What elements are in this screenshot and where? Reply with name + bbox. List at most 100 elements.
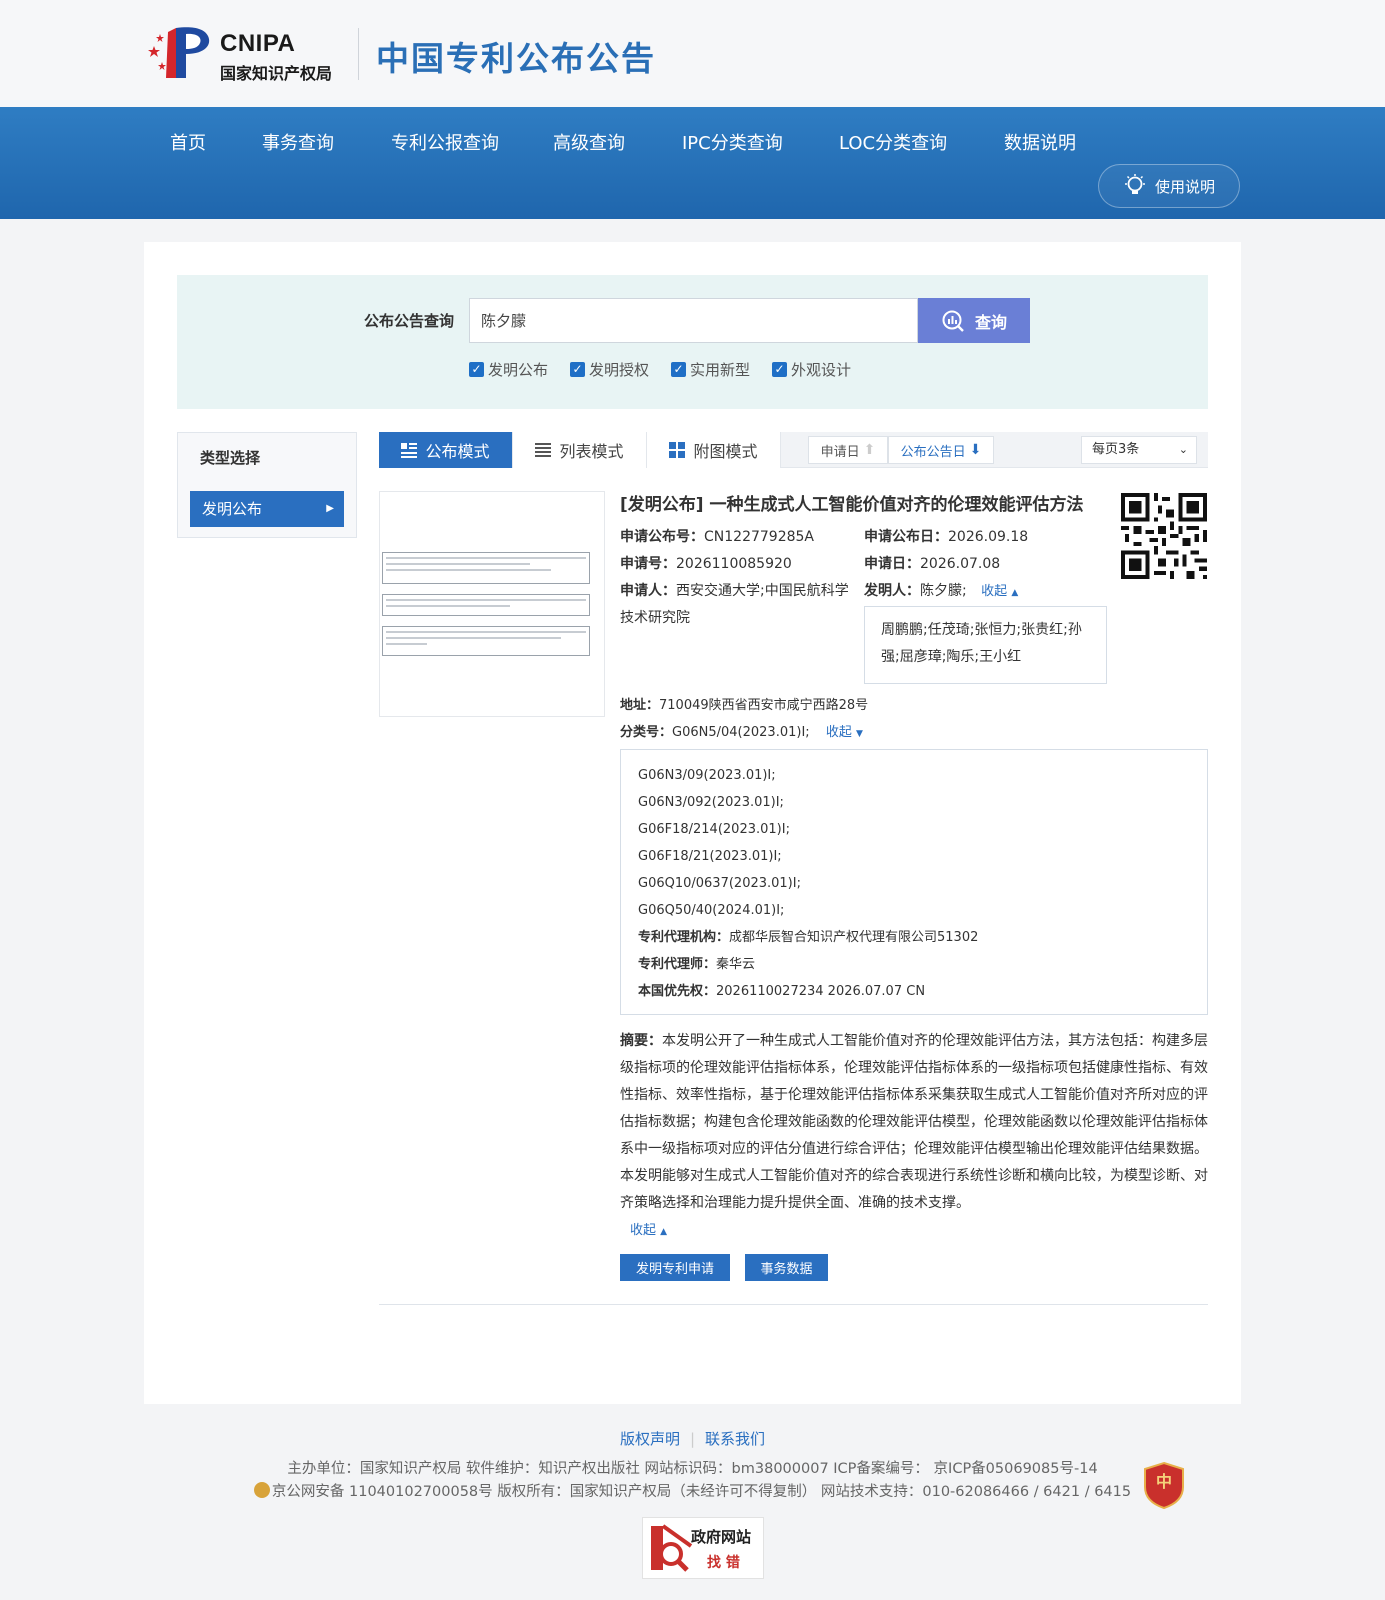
collapse-label: 收起 (825, 725, 852, 740)
field-value: CN122779285A (704, 529, 814, 545)
nav-ipc-query[interactable]: IPC分类查询 (682, 129, 783, 155)
field-value: 秦华云 (716, 957, 756, 972)
party-org-badge-icon[interactable]: 中 (1143, 1461, 1185, 1509)
field-label: 专利代理师： (638, 957, 717, 972)
field-applicant-continued: 技术研究院 (620, 610, 690, 626)
nav-loc-query[interactable]: LOC分类查询 (839, 129, 947, 155)
arrow-down-icon: ⬇ (969, 442, 982, 458)
checkbox-checked-icon[interactable]: ✓ (570, 362, 586, 377)
checkbox-checked-icon[interactable]: ✓ (469, 362, 484, 377)
per-page-select[interactable]: 每页3条 ⌄ (1081, 436, 1197, 464)
gov-website-error-report-badge[interactable]: 政府网站 找 错 (642, 1517, 764, 1579)
checkbox-checked-icon[interactable]: ✓ (772, 362, 788, 377)
top-header: CNIPA 国家知识产权局 中国专利公布公告 (0, 0, 1385, 107)
contact-link[interactable]: 联系我们 (705, 1430, 765, 1448)
type-label: 实用新型 (690, 361, 751, 379)
sort-label: 公布公告日 (900, 444, 966, 460)
per-page-value: 每页3条 (1092, 442, 1140, 457)
type-check-invention-publication[interactable]: ✓ 发明公布 (469, 359, 548, 380)
footer-links: 版权声明 | 联系我们 (0, 1428, 1385, 1449)
flowchart-step (382, 594, 590, 616)
sort-by-publication-date[interactable]: 公布公告日 ⬇ (888, 436, 994, 464)
classification-collapse-link[interactable]: 收起 ▼ (826, 725, 863, 740)
field-inventor: 发明人：陈夕朦; 收起 ▲ (864, 580, 1018, 600)
tab-label: 列表模式 (559, 442, 624, 461)
sort-by-application-date[interactable]: 申请日 ⬆ (808, 436, 888, 464)
field-label: 发明人： (864, 583, 920, 599)
field-label: 分类号： (620, 725, 673, 740)
abstract-text: 本发明公开了一种生成式人工智能价值对齐的伦理效能评估方法，其方法包括：构建多层级… (620, 1033, 1208, 1211)
abstract-label: 摘要： (620, 1033, 662, 1049)
search-button-label: 查询 (974, 314, 1007, 332)
caret-down-icon: ▼ (855, 729, 863, 739)
tab-label: 公布模式 (425, 442, 490, 461)
nav-data-description[interactable]: 数据说明 (1004, 129, 1076, 155)
search-button[interactable]: 查询 (918, 298, 1030, 343)
field-label: 申请日： (864, 556, 920, 572)
cnipa-logo[interactable]: CNIPA 国家知识产权局 (146, 24, 346, 83)
chevron-down-icon: ⌄ (1178, 443, 1188, 456)
tab-publication-mode[interactable]: 公布模式 (379, 432, 513, 468)
arrow-up-icon: ⬆ (863, 442, 876, 458)
nav-gazette-query[interactable]: 专利公报查询 (391, 129, 499, 155)
field-classification: 分类号：G06N5/04(2023.01)I; 收起 ▼ (620, 721, 863, 740)
search-input[interactable] (469, 298, 918, 343)
help-button[interactable]: 使用说明 (1098, 164, 1240, 208)
field-publication-number: 申请公布号：CN122779285A (620, 526, 814, 546)
field-application-number: 申请号：2026110085920 (620, 553, 792, 573)
logo-chinese-text: 国家知识产权局 (220, 64, 333, 83)
qr-code-icon (1121, 493, 1207, 579)
gov-badge-title: 政府网站 (691, 1528, 752, 1546)
type-check-invention-grant[interactable]: ✓ 发明授权 (570, 359, 649, 380)
tab-list-mode[interactable]: 列表模式 (513, 432, 647, 468)
classification-detail-box: G06N3/09(2023.01)I; G06N3/092(2023.01)I;… (620, 749, 1208, 1015)
field-value: 2026110027234 2026.07.07 CN (716, 984, 926, 999)
classification-code: G06Q50/40(2024.01)I; (638, 903, 785, 918)
type-check-utility-model[interactable]: ✓ 实用新型 (671, 359, 750, 380)
list-icon (535, 443, 552, 457)
flowchart-step (382, 552, 590, 584)
copyright-link[interactable]: 版权声明 (620, 1430, 680, 1448)
result-abstract: 摘要：本发明公开了一种生成式人工智能价值对齐的伦理效能评估方法，其方法包括：构建… (620, 1028, 1210, 1246)
sidebar-item-label: 发明公布 (202, 500, 263, 518)
cnipa-emblem-icon (148, 27, 210, 78)
inventor-list-line: 周鹏鹏;任茂琦;张恒力;张贵红;孙 (881, 622, 1082, 638)
nav-affairs-query[interactable]: 事务查询 (262, 129, 334, 155)
field-patent-agency: 专利代理机构：成都华辰智合知识产权代理有限公司51302 (638, 924, 1190, 951)
type-check-design[interactable]: ✓ 外观设计 (772, 359, 851, 380)
affairs-data-button[interactable]: 事务数据 (745, 1254, 828, 1281)
collapse-label: 收起 (981, 584, 1008, 599)
field-label: 申请公布号： (620, 529, 704, 545)
nav-advanced-query[interactable]: 高级查询 (553, 129, 625, 155)
result-thumbnail[interactable] (379, 491, 605, 717)
main-nav: 首页 事务查询 专利公报查询 高级查询 IPC分类查询 LOC分类查询 数据说明… (0, 107, 1385, 219)
type-label: 发明授权 (589, 361, 650, 379)
field-label: 申请人： (620, 583, 676, 599)
field-label: 申请公布日： (864, 529, 948, 545)
inventor-collapse-link[interactable]: 收起 ▲ (981, 584, 1018, 599)
sidebar-item-invention-publication[interactable]: 发明公布 ▶ (190, 491, 344, 527)
main-panel: 公布公告查询 查询 ✓发明公布 ✓发明授权 ✓实用新型 ✓外观设计 类型选择 发… (144, 242, 1241, 1404)
tab-figure-mode[interactable]: 附图模式 (647, 432, 781, 468)
inventor-list-line: 强;屈彦璋;陶乐;王小红 (881, 649, 1022, 665)
nav-home[interactable]: 首页 (170, 129, 206, 155)
search-label: 公布公告查询 (364, 312, 455, 330)
result-title[interactable]: [发明公布] 一种生成式人工智能价值对齐的伦理效能评估方法 (620, 490, 1083, 515)
field-value: 2026.09.18 (948, 529, 1029, 545)
caret-up-icon: ▲ (660, 1227, 668, 1237)
invention-application-button[interactable]: 发明专利申请 (620, 1254, 730, 1281)
classification-code: G06N3/092(2023.01)I; (638, 795, 784, 810)
collapse-label: 收起 (630, 1223, 657, 1238)
classification-code: G06N3/09(2023.01)I; (638, 768, 776, 783)
field-value: G06N5/04(2023.01)I; (672, 725, 810, 740)
field-value: 2026.07.08 (920, 556, 1001, 572)
abstract-collapse-link[interactable]: 收起 ▲ (620, 1217, 1210, 1246)
search-box: 公布公告查询 查询 ✓发明公布 ✓发明授权 ✓实用新型 ✓外观设计 (177, 275, 1208, 409)
type-checkboxes: ✓ 发明公布 ✓ 发明授权 ✓ 实用新型 ✓ 外观设计 (469, 359, 851, 380)
tab-label: 附图模式 (693, 442, 758, 461)
field-label: 申请号： (620, 556, 676, 572)
caret-up-icon: ▲ (1011, 588, 1019, 598)
field-domestic-priority: 本国优先权：2026110027234 2026.07.07 CN (638, 978, 1190, 1005)
checkbox-checked-icon[interactable]: ✓ (671, 362, 687, 377)
field-value: 陈夕朦; (920, 583, 967, 599)
